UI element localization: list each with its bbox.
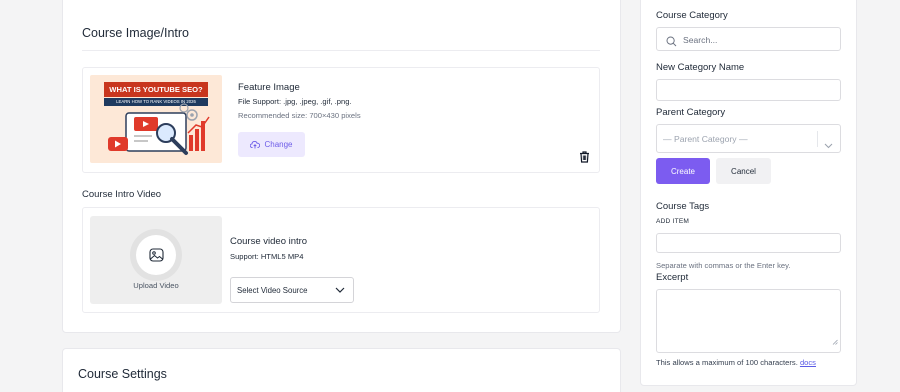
excerpt-textarea[interactable] [656, 289, 841, 353]
parent-category-select[interactable]: — Parent Category — [656, 124, 841, 153]
course-video-intro-label: Course video intro [230, 236, 308, 247]
search-icon [666, 34, 677, 52]
excerpt-hint-text: This allows a maximum of 100 characters. [656, 358, 798, 367]
upload-video-ring [130, 229, 182, 281]
divider [82, 50, 600, 51]
change-image-button[interactable]: Change [238, 132, 305, 157]
video-source-select[interactable]: Select Video Source [230, 277, 354, 303]
search-placeholder: Search... [683, 35, 718, 45]
excerpt-hint: This allows a maximum of 100 characters.… [656, 358, 816, 367]
resize-handle-icon[interactable] [832, 332, 838, 350]
course-image-intro-title: Course Image/Intro [82, 26, 189, 40]
chevron-down-icon [335, 287, 345, 293]
upload-cloud-icon [250, 140, 261, 149]
excerpt-title: Excerpt [656, 272, 689, 283]
course-tags-title: Course Tags [656, 201, 710, 212]
recommended-size-text: Recommended size: 700×430 pixels [238, 111, 361, 120]
create-category-button[interactable]: Create [656, 158, 710, 184]
new-category-name-title: New Category Name [656, 62, 745, 73]
course-category-title: Course Category [656, 10, 728, 21]
video-source-value: Select Video Source [237, 285, 308, 295]
chevron-down-icon [824, 136, 833, 154]
course-tags-input[interactable] [656, 233, 841, 253]
tags-hint-text: Separate with commas or the Enter key. [656, 261, 791, 270]
category-search-input[interactable]: Search... [656, 27, 841, 51]
trash-icon[interactable] [579, 150, 590, 168]
course-intro-video-title: Course Intro Video [82, 189, 162, 200]
video-upload-icon [136, 235, 176, 275]
video-support-text: Support: HTML5 MP4 [230, 252, 304, 261]
select-separator [817, 131, 818, 147]
thumbnail-illustration [108, 103, 210, 155]
docs-link[interactable]: docs [800, 358, 816, 367]
course-settings-title: Course Settings [78, 367, 167, 381]
upload-video-label: Upload Video [133, 281, 179, 290]
cancel-category-button[interactable]: Cancel [716, 158, 771, 184]
parent-category-value: — Parent Category — [663, 134, 748, 144]
new-category-name-input[interactable] [656, 79, 841, 101]
change-label: Change [264, 140, 293, 149]
file-support-text: File Support: .jpg, .jpeg, .gif, .png. [238, 97, 352, 106]
add-item-label: ADD ITEM [656, 218, 690, 225]
feature-image-thumbnail: WHAT IS YOUTUBE SEO? LEARN HOW TO RANK V… [90, 75, 222, 163]
feature-image-label: Feature Image [238, 82, 300, 93]
upload-video-dropzone[interactable]: Upload Video [90, 216, 222, 304]
parent-category-title: Parent Category [656, 107, 726, 118]
